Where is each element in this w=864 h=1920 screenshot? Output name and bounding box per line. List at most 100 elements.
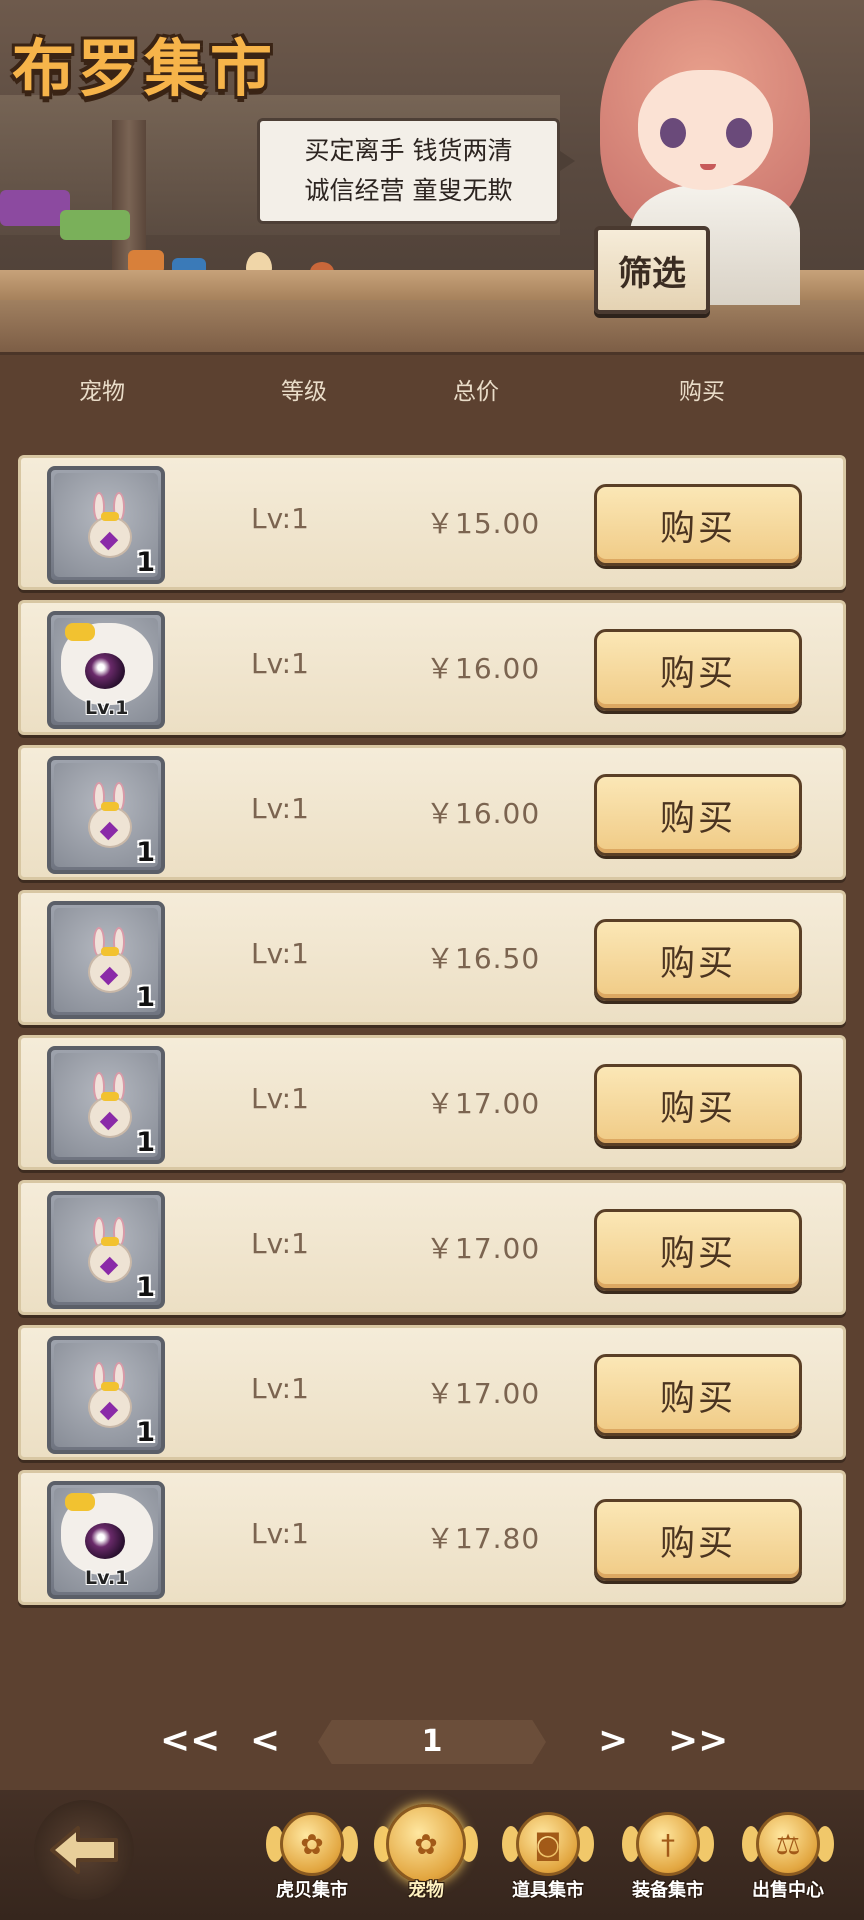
pet-quantity-badge: 1 (136, 547, 155, 578)
prev-page-button[interactable]: < (250, 1720, 280, 1761)
listing-level: Lv:1 (251, 1227, 309, 1260)
listing-level: Lv:1 (251, 502, 309, 535)
eye (726, 118, 752, 148)
nav-tiger-market[interactable]: ✿ 虎贝集市 (258, 1812, 366, 1920)
listing-level: Lv:1 (251, 1082, 309, 1115)
pet-slot[interactable]: 1 (47, 1191, 165, 1309)
bunny-pet-icon (85, 1217, 135, 1283)
listing-row: Lv.1 Lv:1 ￥16.00 购买 (18, 600, 846, 735)
listing-level: Lv:1 (251, 1517, 309, 1550)
buy-button[interactable]: 购买 (594, 1354, 802, 1436)
listing-price: ￥17.00 (426, 1232, 541, 1265)
nav-label: 出售中心 (752, 1880, 824, 1901)
scale-icon: ⚖ (756, 1812, 820, 1876)
bunny-bow (101, 802, 119, 811)
bunny-bow (101, 1382, 119, 1391)
pet-quantity-badge: 1 (136, 1272, 155, 1303)
listing-row: 1 Lv:1 ￥15.00 购买 (18, 455, 846, 590)
listing-row: 1 Lv:1 ￥16.00 购买 (18, 745, 846, 880)
counter-edge (0, 300, 864, 355)
buy-button[interactable]: 购买 (594, 484, 802, 566)
nav-pets[interactable]: ✿ 宠物 (372, 1804, 480, 1920)
speech-line-2: 诚信经营 童叟无欺 (304, 176, 513, 205)
bunny-pet-icon (85, 782, 135, 848)
listing-list: 1 Lv:1 ￥15.00 购买 Lv.1 Lv:1 ￥16.00 购买 1 L… (18, 455, 846, 1615)
back-button[interactable] (34, 1800, 134, 1900)
buy-button[interactable]: 购买 (594, 1064, 802, 1146)
bunny-bow (101, 512, 119, 521)
listing-level: Lv:1 (251, 647, 309, 680)
listing-level: Lv:1 (251, 792, 309, 825)
goods-decor (60, 210, 130, 240)
pet-quantity-badge: 1 (136, 982, 155, 1013)
nav-item-market[interactable]: ◙ 道具集市 (494, 1812, 602, 1920)
pet-level-badge: Lv.1 (85, 697, 129, 719)
bunny-bow (101, 947, 119, 956)
bunny-pet-icon (85, 927, 135, 993)
nav-label: 道具集市 (512, 1880, 584, 1901)
paw-icon: ✿ (386, 1804, 466, 1884)
cat-pet-icon (61, 623, 153, 705)
cat-bow (65, 1493, 95, 1511)
bunny-bow (101, 1092, 119, 1101)
listing-row: 1 Lv:1 ￥17.00 购买 (18, 1035, 846, 1170)
column-header-level: 等级 (281, 379, 327, 405)
eye (660, 118, 686, 148)
buy-button[interactable]: 购买 (594, 774, 802, 856)
nav-label: 虎贝集市 (276, 1880, 348, 1901)
listing-price: ￥17.80 (426, 1522, 541, 1555)
speech-bubble: 买定离手 钱货两清 诚信经营 童叟无欺 (257, 118, 575, 224)
nav-sell-center[interactable]: ⚖ 出售中心 (734, 1812, 842, 1920)
column-header-pet: 宠物 (79, 379, 125, 405)
listing-price: ￥17.00 (426, 1087, 541, 1120)
buy-button[interactable]: 购买 (594, 629, 802, 711)
nav-label: 宠物 (408, 1880, 444, 1901)
listing-row: 1 Lv:1 ￥16.50 购买 (18, 890, 846, 1025)
cat-pet-icon (61, 1493, 153, 1575)
listing-level: Lv:1 (251, 1372, 309, 1405)
sword-icon: † (636, 1812, 700, 1876)
listing-price: ￥16.00 (426, 652, 541, 685)
next-page-button[interactable]: > (598, 1720, 628, 1761)
listing-level: Lv:1 (251, 937, 309, 970)
market-header: 布罗集市 买定离手 钱货两清 诚信经营 童叟无欺 筛选 (0, 0, 864, 355)
last-page-button[interactable]: >> (668, 1720, 728, 1761)
listing-price: ￥17.00 (426, 1377, 541, 1410)
pet-slot[interactable]: 1 (47, 901, 165, 1019)
listing-row: Lv.1 Lv:1 ￥17.80 购买 (18, 1470, 846, 1605)
current-page-number: 1 (421, 1724, 443, 1759)
pet-quantity-badge: 1 (136, 1127, 155, 1158)
buy-button[interactable]: 购买 (594, 919, 802, 1001)
column-header-price: 总价 (453, 379, 499, 405)
back-arrow-icon (50, 1826, 118, 1874)
pet-slot[interactable]: 1 (47, 1336, 165, 1454)
bunny-pet-icon (85, 1072, 135, 1138)
filter-button[interactable]: 筛选 (594, 226, 710, 314)
pet-slot[interactable]: Lv.1 (47, 1481, 165, 1599)
first-page-button[interactable]: << (160, 1720, 220, 1761)
pet-level-badge: Lv.1 (85, 1567, 129, 1589)
listing-price: ￥15.00 (426, 507, 541, 540)
paw-icon: ✿ (280, 1812, 344, 1876)
nav-equipment-market[interactable]: † 装备集市 (614, 1812, 722, 1920)
pet-slot[interactable]: 1 (47, 466, 165, 584)
listing-row: 1 Lv:1 ￥17.00 购买 (18, 1325, 846, 1460)
bunny-pet-icon (85, 492, 135, 558)
cat-eye (85, 653, 125, 689)
buy-button[interactable]: 购买 (594, 1209, 802, 1291)
face (638, 70, 773, 190)
buy-button[interactable]: 购买 (594, 1499, 802, 1581)
speech-line-1: 买定离手 钱货两清 (304, 136, 513, 165)
bunny-pet-icon (85, 1362, 135, 1428)
cat-eye (85, 1523, 125, 1559)
market-title: 布罗集市 (12, 32, 277, 105)
bag-icon: ◙ (516, 1812, 580, 1876)
pet-slot[interactable]: 1 (47, 1046, 165, 1164)
listing-row: 1 Lv:1 ￥17.00 购买 (18, 1180, 846, 1315)
column-header-buy: 购买 (679, 379, 725, 405)
cat-bow (65, 623, 95, 641)
pet-slot[interactable]: 1 (47, 756, 165, 874)
bunny-bow (101, 1237, 119, 1246)
listing-price: ￥16.50 (426, 942, 541, 975)
pet-slot[interactable]: Lv.1 (47, 611, 165, 729)
